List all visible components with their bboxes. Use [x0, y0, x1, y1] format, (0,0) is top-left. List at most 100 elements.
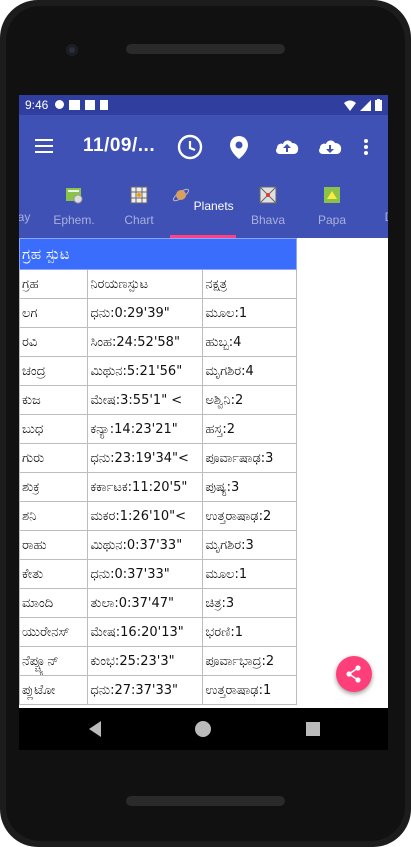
table-cell: ಉತ್ತರಾಷಾಢ:2: [202, 501, 297, 531]
table-cell: ಮಿಥುನ:0:37'33": [87, 530, 204, 560]
table-cell: ಚಿತ್ರ:3: [202, 588, 297, 618]
table-cell: ಪ್ಲುಟೋ: [19, 675, 89, 705]
wifi-icon: [344, 100, 356, 111]
table-header-row: ಗ್ರಹ ನಿರಯಣಸ್ಪುಟ ನಕ್ಷತ್ರ: [19, 269, 297, 299]
table-cell: ಕುಂಭ:25:23'3": [87, 646, 204, 676]
column-header: ಗ್ರಹ: [19, 269, 89, 299]
app-screen: 9:46 11/09/... ay Ephem. Chart Planets B…: [19, 95, 388, 708]
table-row: ರಾಹು ಮಿಥುನ:0:37'33" ಮೃಗಶಿರ:3: [19, 530, 297, 560]
earpiece-speaker: [126, 44, 285, 54]
table-cell: ನೆಪ್ಚ್ಯೂನ್: [19, 646, 89, 676]
table-row: ಲಗ ಧನು:0:29'39" ಮೂಲ:1: [19, 298, 297, 328]
table-cell: ಪೂರ್ವಾಭಾದ್ರ:2: [202, 646, 297, 676]
date-title[interactable]: 11/09/...: [83, 135, 155, 157]
table-cell: ಕೇತು: [19, 559, 89, 589]
planet-icon: [173, 188, 190, 202]
table-cell: ಹಸ್ತ:2: [202, 414, 297, 444]
table-cell: ಉತ್ತರಾಷಾಢ:1: [202, 675, 297, 705]
battery-icon: [375, 99, 382, 111]
table-cell: ಚಂದ್ರ: [19, 356, 89, 386]
back-icon[interactable]: [89, 721, 101, 737]
table-cell: ಮೃಗಶಿರ:4: [202, 356, 297, 386]
status-bar: 9:46: [19, 95, 388, 115]
tab-label: Chart: [124, 213, 154, 227]
table-cell: ಕರ್ಕಾಟಕ:11:20'5": [87, 472, 204, 502]
table-cell: ಮೇಷ:16:20'13": [87, 617, 204, 647]
app-toolbar: 11/09/...: [19, 115, 388, 180]
tab-label: Papa: [317, 213, 347, 227]
location-pin-icon[interactable]: [225, 133, 253, 161]
cloud-upload-icon[interactable]: [273, 133, 301, 161]
bottom-speaker: [126, 796, 285, 806]
cloud-download-icon[interactable]: [316, 133, 344, 161]
partial-tab-icon: [380, 186, 388, 204]
tab-papa[interactable]: Papa: [311, 180, 353, 238]
home-icon[interactable]: [195, 721, 211, 737]
ephemeris-icon: [66, 188, 83, 204]
table-row: ರವಿ ಸಿಂಹ:24:52'58" ಹುಬ್ಬ:4: [19, 327, 297, 357]
share-button[interactable]: [336, 656, 372, 692]
tab-chart[interactable]: Chart: [115, 180, 163, 238]
tab-d[interactable]: D: [379, 180, 388, 238]
table-row: ನೆಪ್ಚ್ಯೂನ್ ಕುಂಭ:25:23'3" ಪೂರ್ವಾಭಾದ್ರ:2: [19, 646, 297, 676]
planet-positions-table: ಗ್ರಹ ಸ್ಪುಟ ಗ್ರಹ ನಿರಯಣಸ್ಪುಟ ನಕ್ಷತ್ರ ಲಗ ಧನು…: [19, 238, 297, 705]
tab-ephemeris[interactable]: Ephem.: [47, 180, 101, 238]
table-cell: ಮಾಂದಿ: [19, 588, 89, 618]
table-title: ಗ್ರಹ ಸ್ಪುಟ: [19, 238, 297, 270]
tab-day[interactable]: ay: [19, 180, 37, 238]
table-cell: ಧನು:0:37'33": [87, 559, 204, 589]
tab-strip: ay Ephem. Chart Planets Bhava Papa: [19, 180, 388, 238]
table-cell: ಬುಧ: [19, 414, 89, 444]
table-row: ಯುರೇನಸ್ ಮೇಷ:16:20'13" ಭರಣಿ:1: [19, 617, 297, 647]
table-cell: ಲಗ: [19, 298, 89, 328]
table-row: ಶುಕ್ರ ಕರ್ಕಾಟಕ:11:20'5" ಪುಷ್ಯ:3: [19, 472, 297, 502]
recent-apps-icon[interactable]: [306, 722, 320, 736]
tab-label: Ephem.: [53, 213, 95, 227]
table-cell: ಮೂಲ:1: [202, 298, 297, 328]
table-cell: ಮೃಗಶಿರ:3: [202, 530, 297, 560]
table-cell: ಹುಬ್ಬ:4: [202, 327, 297, 357]
table-row: ಮಾಂದಿ ತುಲಾ:0:37'47" ಚಿತ್ರ:3: [19, 588, 297, 618]
table-cell: ಮಕರ:1:26'10"<: [87, 501, 204, 531]
menu-icon[interactable]: [35, 139, 53, 153]
table-cell: ಧನು:27:37'33": [87, 675, 204, 705]
status-time: 9:46: [25, 98, 49, 112]
tab-label: D: [385, 210, 388, 224]
tab-bhava[interactable]: Bhava: [245, 180, 291, 238]
column-header: ನಿರಯಣಸ್ಪುಟ: [87, 269, 204, 299]
table-cell: ಮೂಲ:1: [202, 559, 297, 589]
table-cell: ಶುಕ್ರ: [19, 472, 89, 502]
table-cell: ಸಿಂಹ:24:52'58": [87, 327, 204, 357]
table-cell: ಗುರು: [19, 443, 89, 473]
papa-icon: [324, 187, 340, 203]
partial-tab-icon: [19, 186, 33, 204]
table-row: ಚಂದ್ರ ಮಿಥುನ:5:21'56" ಮೃಗಶಿರ:4: [19, 356, 297, 386]
tab-label: Planets: [193, 199, 234, 213]
table-cell: ಪೂರ್ವಾಷಾಢ:3: [202, 443, 297, 473]
clock-icon[interactable]: [176, 133, 204, 161]
table-cell: ಧನು:0:29'39": [87, 298, 204, 328]
table-cell: ತುಲಾ:0:37'47": [87, 588, 204, 618]
table-row: ಕುಜ ಮೇಷ:3:55'1" < ಅಶ್ವಿನಿ:2: [19, 385, 297, 415]
system-nav-bar: [19, 708, 388, 750]
signal-icon: [360, 99, 371, 111]
table-row: ಗುರು ಧನು:23:19'34"< ಪೂರ್ವಾಷಾಢ:3: [19, 443, 297, 473]
share-icon: [346, 665, 361, 683]
table-row: ಶನಿ ಮಕರ:1:26'10"< ಉತ್ತರಾಷಾಢ:2: [19, 501, 297, 531]
column-header: ನಕ್ಷತ್ರ: [202, 269, 297, 299]
table-cell: ಕುಜ: [19, 385, 89, 415]
settings-notification-icon: [55, 100, 64, 109]
chart-grid-icon: [130, 186, 148, 204]
app-notification-icon: [85, 100, 95, 110]
tab-label: Bhava: [250, 213, 286, 227]
table-cell: ಮೇಷ:3:55'1" <: [87, 385, 204, 415]
more-options-icon[interactable]: [360, 133, 372, 161]
tab-label: ay: [19, 210, 31, 224]
table-cell: ಯುರೇನಸ್: [19, 617, 89, 647]
table-cell: ಕನ್ಯಾ:14:23'21": [87, 414, 204, 444]
table-cell: ರಾಹು: [19, 530, 89, 560]
front-camera: [66, 44, 78, 56]
table-cell: ಪುಷ್ಯ:3: [202, 472, 297, 502]
tab-planets[interactable]: Planets: [171, 180, 235, 238]
gmail-notification-icon: [69, 100, 80, 110]
